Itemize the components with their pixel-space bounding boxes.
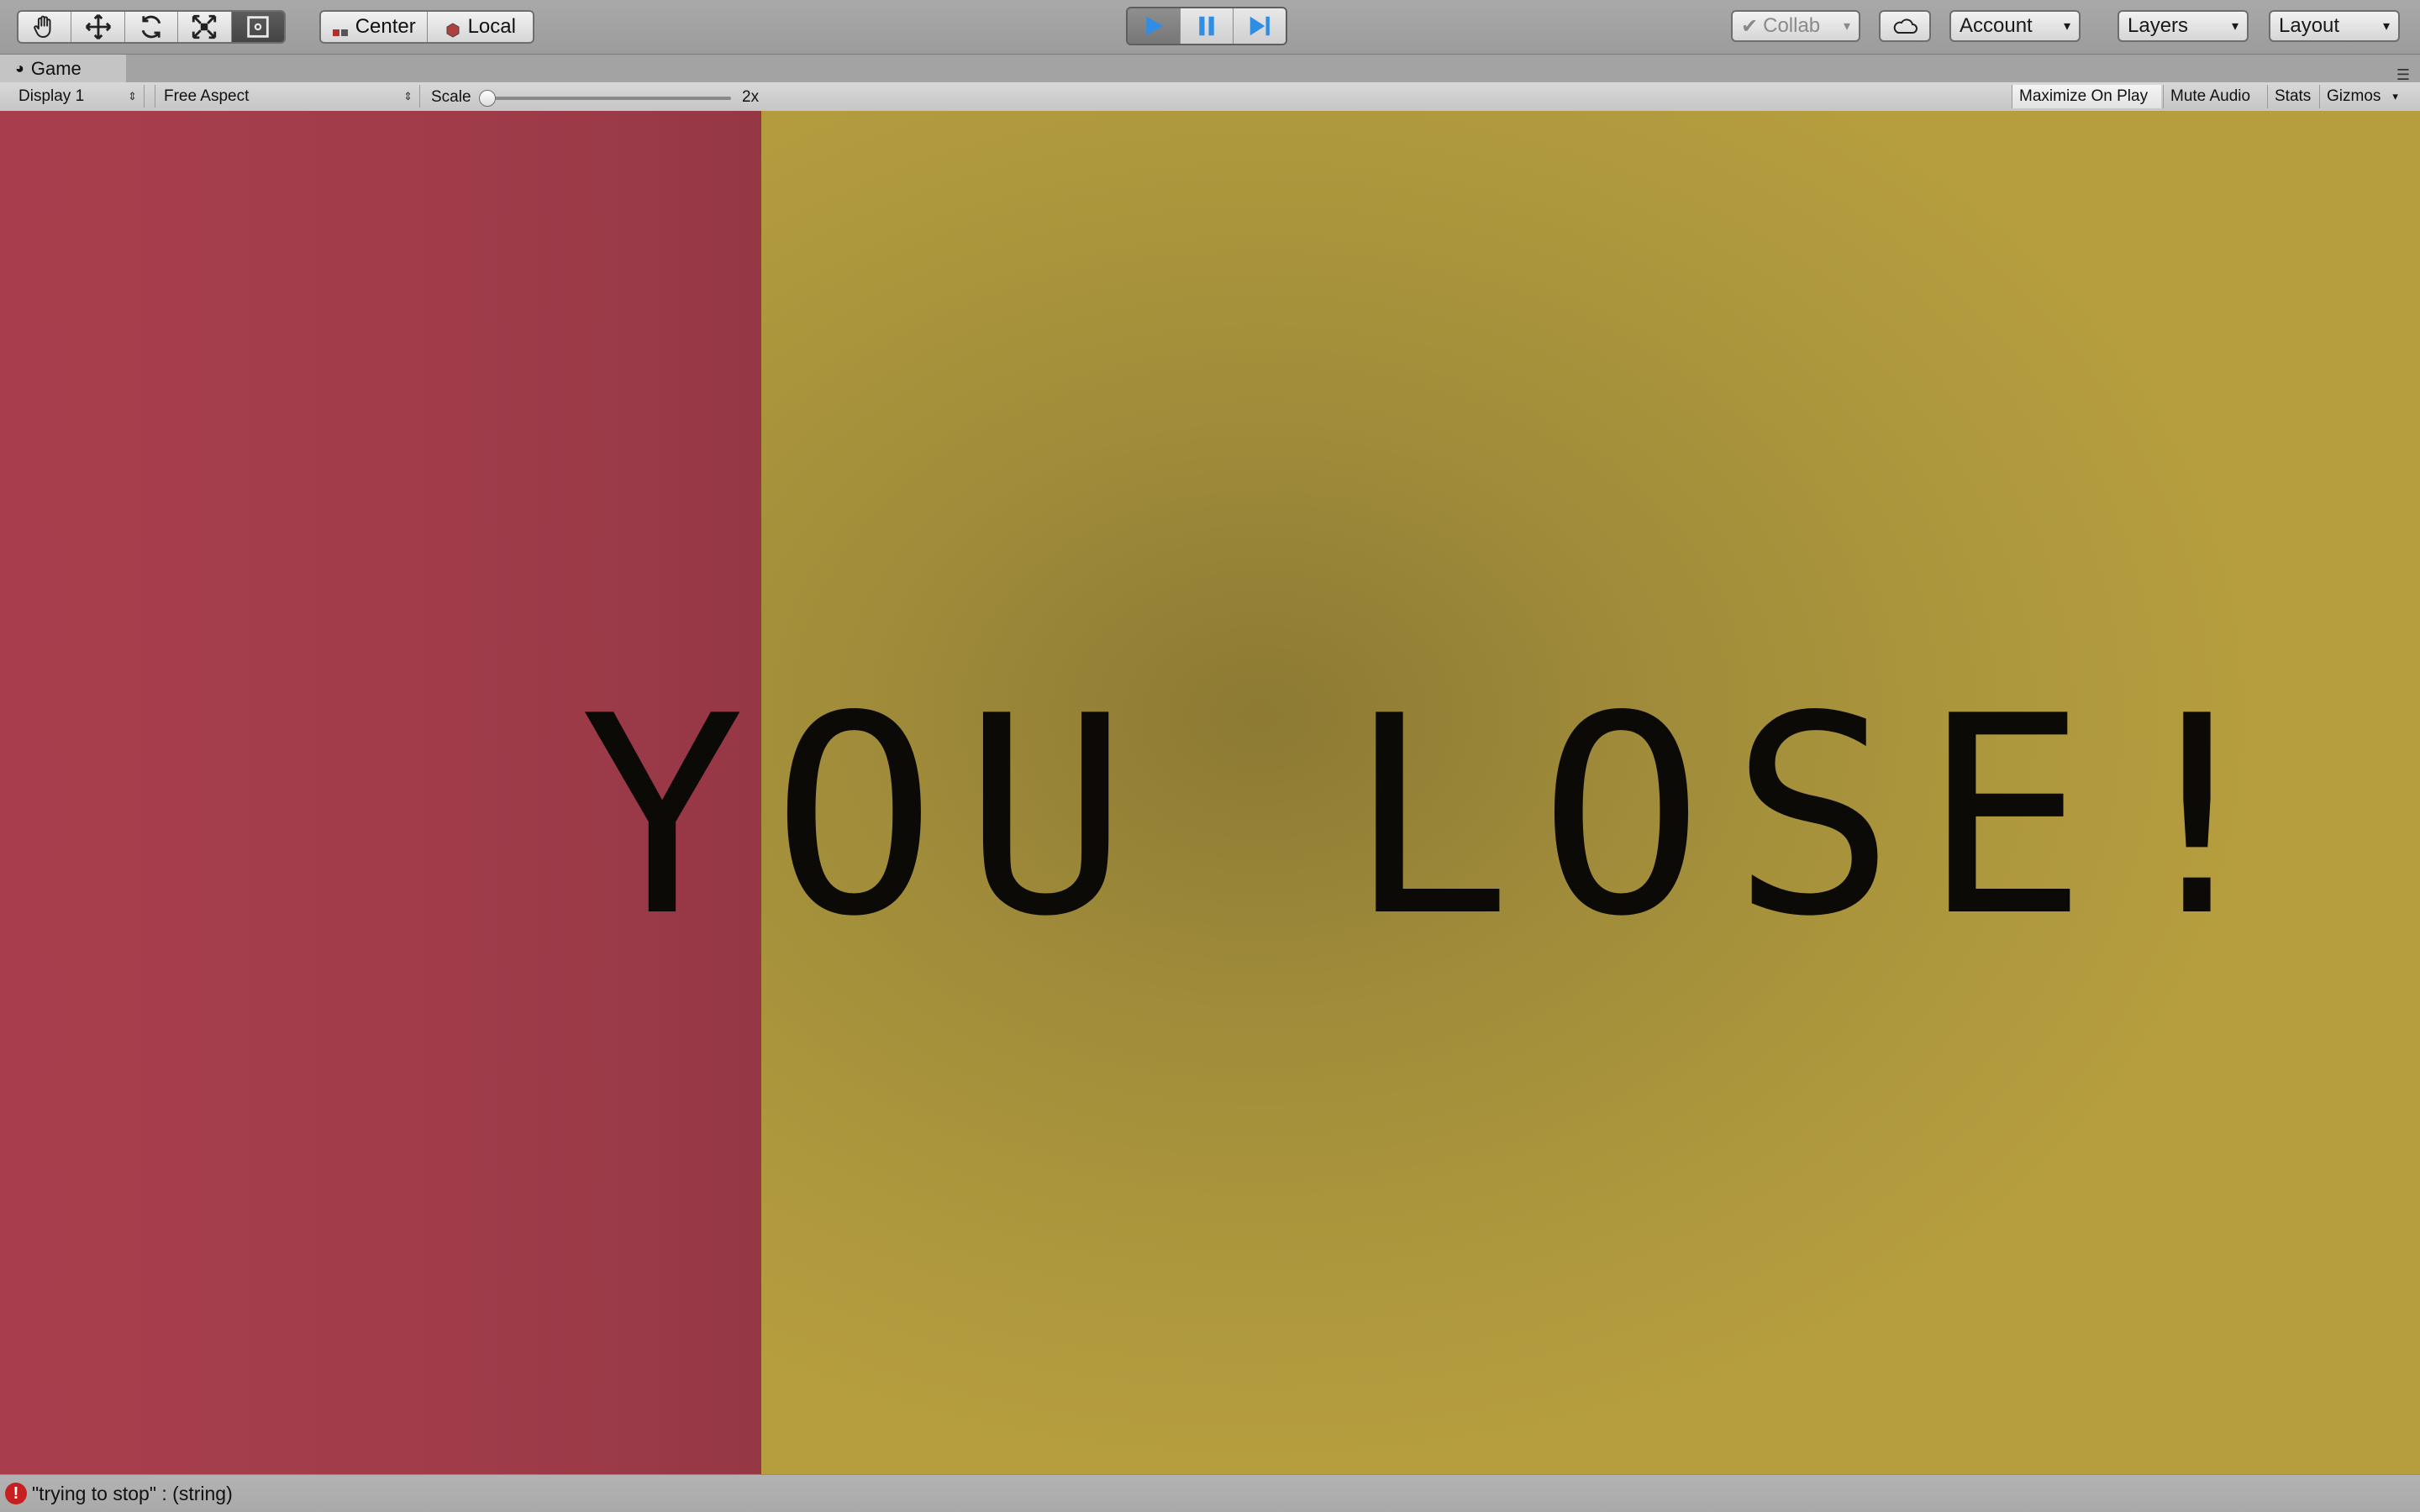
gizmos-dropdown[interactable]: Gizmos ▾ (2319, 85, 2412, 108)
play-button[interactable] (1128, 8, 1181, 44)
rect-tool-button[interactable] (231, 12, 284, 42)
updown-arrows-icon: ⇕ (403, 89, 413, 102)
move-icon (85, 13, 111, 40)
chevron-down-icon: ▾ (2063, 19, 2070, 34)
chevron-down-icon: ▾ (2382, 19, 2390, 34)
mute-audio-label: Mute Audio (2170, 87, 2251, 105)
game-view-toolbar: Display 1 ⇕ Free Aspect ⇕ Scale 2x Maxim… (0, 82, 2420, 112)
error-icon: ! (5, 1483, 27, 1504)
aspect-select[interactable]: Free Aspect ⇕ (155, 85, 420, 108)
pause-icon (1199, 16, 1214, 36)
step-icon (1249, 16, 1270, 36)
account-label: Account (1960, 14, 2033, 37)
scale-tool-button[interactable] (178, 12, 232, 42)
scale-slider-knob[interactable] (479, 90, 496, 107)
console-status-bar[interactable]: ! "trying to stop" : (string) (0, 1474, 2420, 1512)
pivot-local-label: Local (467, 15, 516, 38)
pivot-local-button[interactable]: Local (427, 12, 533, 42)
step-button[interactable] (1234, 8, 1286, 44)
you-lose-headline: YOU LOSE! (580, 657, 2307, 976)
cloud-button[interactable] (1879, 10, 1931, 42)
rotate-icon (141, 15, 161, 39)
status-message: "trying to stop" : (string) (32, 1482, 233, 1504)
rect-tool-icon (247, 16, 269, 38)
game-viewport[interactable]: YOU LOSE! (0, 111, 2420, 1474)
rotate-tool-button[interactable] (124, 12, 179, 42)
aspect-select-value: Free Aspect (164, 87, 250, 105)
mute-audio-toggle[interactable]: Mute Audio (2163, 85, 2265, 108)
gizmos-label: Gizmos (2327, 87, 2381, 105)
scale-label: Scale (431, 88, 471, 106)
transform-tools (17, 10, 286, 44)
scale-slider-track[interactable] (483, 97, 731, 100)
display-select-value: Display 1 (18, 87, 85, 105)
chevron-down-icon: ▾ (1843, 19, 1850, 34)
pivot-toggles: Center Local (319, 10, 534, 44)
check-icon: ✔ (1741, 14, 1759, 38)
maximize-on-play-toggle[interactable]: Maximize On Play (2012, 85, 2161, 108)
pivot-center-button[interactable]: Center (321, 12, 428, 42)
updown-arrows-icon: ⇕ (128, 89, 137, 102)
account-dropdown[interactable]: Account ▾ (1949, 10, 2081, 42)
pivot-center-icon (332, 21, 349, 36)
main-toolbar: Center Local ✔ Collab ▾ Account ▾ Layers (0, 0, 2420, 55)
chevron-down-icon: ▾ (2392, 90, 2398, 102)
hand-icon (34, 15, 51, 39)
stats-toggle[interactable]: Stats (2267, 85, 2317, 108)
pivot-center-label: Center (355, 15, 416, 38)
scale-icon (192, 14, 217, 39)
cube-icon (445, 21, 461, 38)
tab-game-label: Game (30, 57, 82, 79)
playback-controls (1126, 7, 1287, 45)
scale-value: 2x (742, 88, 760, 106)
pause-button[interactable] (1181, 8, 1234, 44)
layers-label: Layers (2128, 14, 2189, 37)
layers-dropdown[interactable]: Layers ▾ (2118, 10, 2249, 42)
tab-game[interactable]: ◕ Game (0, 55, 126, 82)
game-tab-icon: ◕ (15, 60, 24, 76)
panel-menu-icon[interactable]: ☰ (2396, 66, 2410, 84)
display-select[interactable]: Display 1 ⇕ (10, 85, 145, 108)
stats-label: Stats (2275, 87, 2312, 105)
collab-dropdown[interactable]: ✔ Collab ▾ (1731, 10, 1860, 42)
tab-bar: ◕ Game ☰ (0, 55, 2420, 84)
play-icon (1146, 16, 1164, 36)
move-tool-button[interactable] (71, 12, 125, 42)
collab-label: Collab (1763, 14, 1821, 37)
maximize-on-play-label: Maximize On Play (2019, 87, 2149, 105)
layout-label: Layout (2279, 14, 2340, 37)
cloud-icon (1893, 18, 1918, 34)
hand-tool-button[interactable] (18, 12, 72, 42)
layout-dropdown[interactable]: Layout ▾ (2269, 10, 2400, 42)
chevron-down-icon: ▾ (2231, 19, 2238, 34)
